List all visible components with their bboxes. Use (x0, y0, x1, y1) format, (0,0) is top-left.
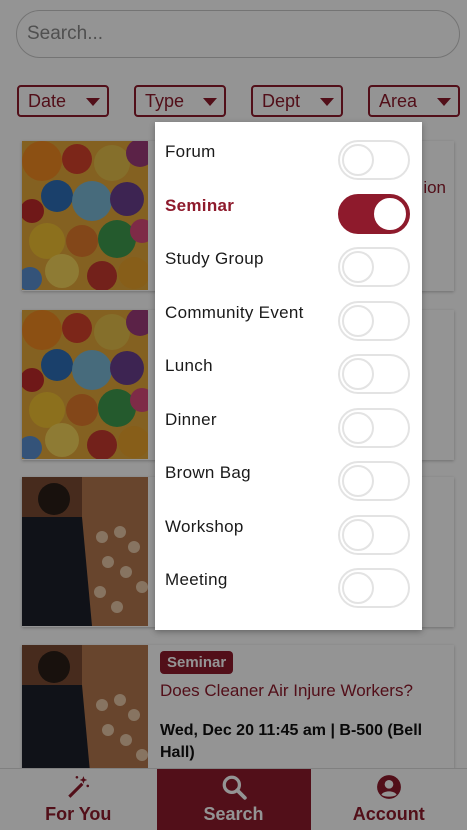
option-label: Community Event (165, 302, 304, 322)
toggle-switch[interactable] (338, 247, 410, 287)
toggle-switch[interactable] (338, 514, 410, 555)
type-option-workshop[interactable]: Workshop (155, 499, 422, 555)
toggle-switch[interactable] (338, 461, 410, 501)
type-option-lunch[interactable]: Lunch (155, 338, 422, 394)
option-label: Brown Bag (165, 463, 251, 482)
option-label: Workshop (165, 516, 244, 536)
type-option-community-event[interactable]: Community Event (155, 285, 422, 341)
type-option-forum[interactable]: Forum (155, 124, 422, 180)
toggle-switch[interactable] (338, 140, 410, 180)
toggle-switch[interactable] (338, 407, 410, 448)
type-option-brown-bag[interactable]: Brown Bag (155, 445, 422, 501)
option-label: Meeting (165, 570, 228, 589)
option-label: Lunch (165, 356, 213, 375)
toggle-switch[interactable] (338, 300, 410, 341)
type-option-study-group[interactable]: Study Group (155, 231, 422, 287)
option-label: Forum (165, 142, 216, 161)
toggle-switch[interactable] (338, 568, 410, 608)
type-option-meeting[interactable]: Meeting (155, 552, 422, 608)
toggle-switch[interactable] (338, 354, 410, 394)
type-filter-panel: Forum Seminar Study Group Community Even… (155, 122, 422, 630)
option-label: Dinner (165, 409, 217, 429)
type-option-seminar[interactable]: Seminar (155, 178, 422, 234)
toggle-switch[interactable] (338, 193, 410, 234)
type-option-dinner[interactable]: Dinner (155, 392, 422, 448)
option-label: Seminar (165, 195, 235, 215)
option-label: Study Group (165, 249, 264, 268)
